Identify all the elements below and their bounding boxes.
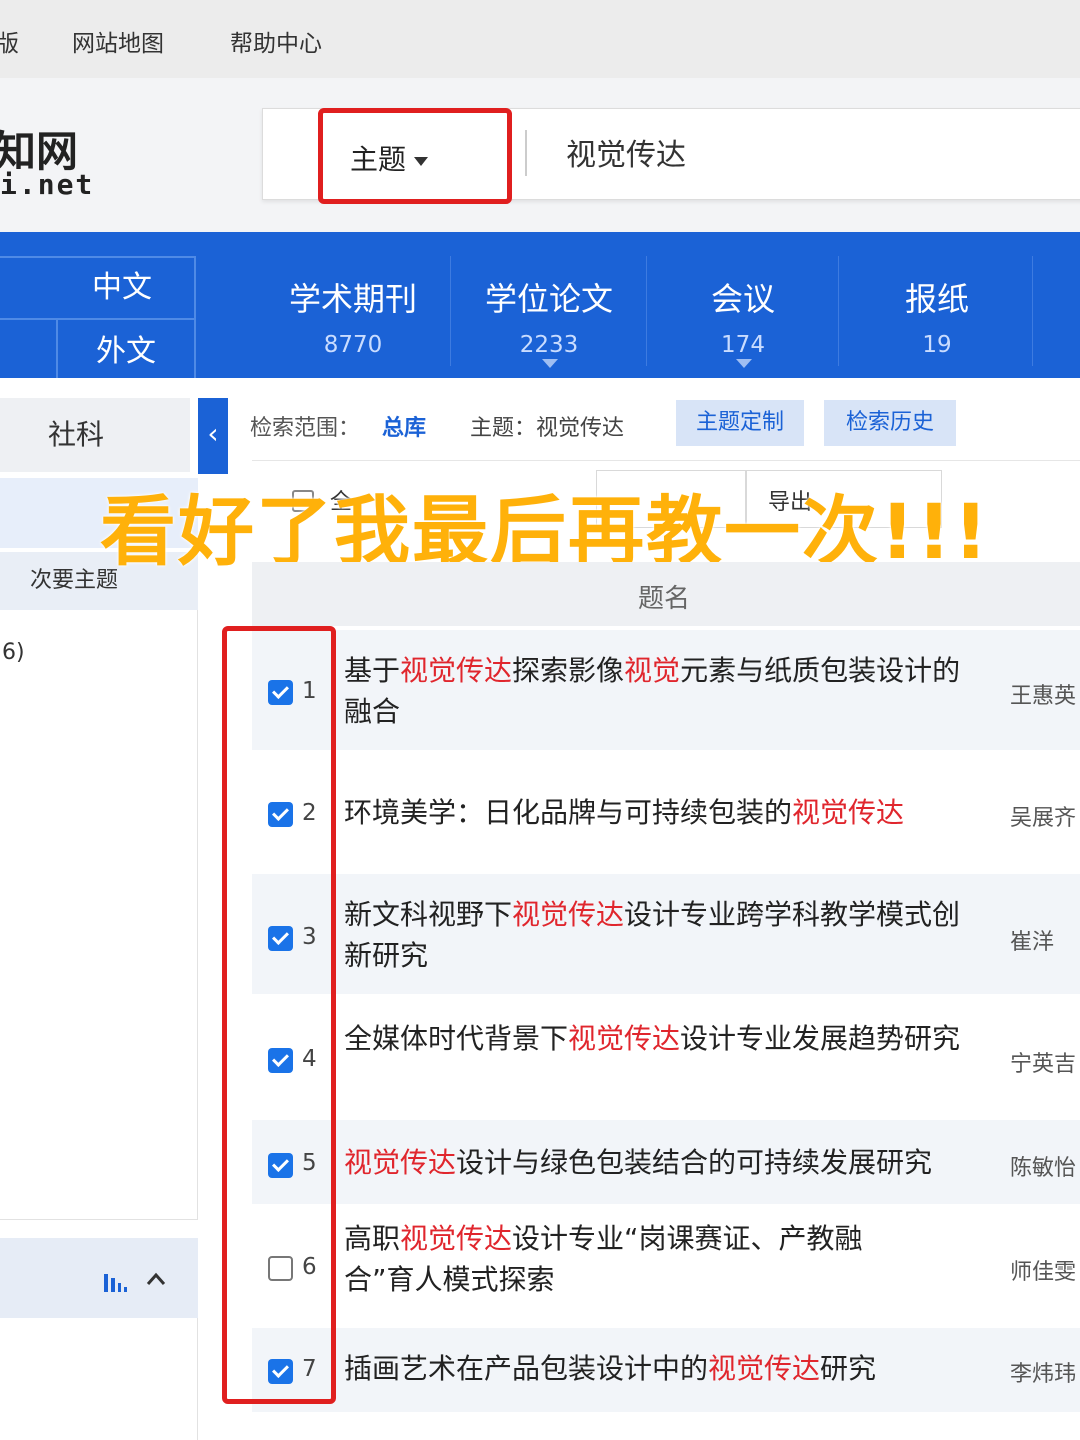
tab-divider <box>838 256 839 366</box>
tab-divider <box>450 256 451 366</box>
search-history-button[interactable]: 检索历史 <box>824 400 956 446</box>
result-title-link[interactable]: 环境美学：日化品牌与可持续包装的视觉传达 <box>344 792 974 833</box>
chevron-up-icon[interactable] <box>146 1272 166 1286</box>
sidebar-visualization-bar <box>0 1238 198 1318</box>
triangle-down-icon <box>736 359 752 368</box>
tab-foreign[interactable]: 外文 <box>56 318 196 378</box>
result-title-link[interactable]: 插画艺术在产品包装设计中的视觉传达研究 <box>344 1348 974 1389</box>
top-nav-link-sitemap[interactable]: 网站地图 <box>72 24 164 58</box>
table-row: 7 插画艺术在产品包装设计中的视觉传达研究 李炜玮 <box>252 1328 1080 1412</box>
top-nav-link-edition[interactable]: 版 <box>0 24 19 58</box>
database-tab-count: 19 <box>922 332 952 358</box>
sidebar-collapse-chevron-icon[interactable]: ‹ <box>198 398 228 474</box>
table-row: 6 高职视觉传达设计专业“岗课赛证、产教融合”育人模式探索 师佳雯 <box>252 1206 1080 1326</box>
database-tab-count: 174 <box>721 332 765 358</box>
database-tab-name: 学位论文 <box>484 280 613 318</box>
database-tab-theses[interactable]: 学位论文 2233 <box>452 250 646 378</box>
sidebar-item-count: 6) <box>2 640 25 665</box>
table-row: 2 环境美学：日化品牌与可持续包装的视觉传达 吴展齐 <box>252 752 1080 872</box>
result-author[interactable]: 师佳雯 <box>1010 1254 1076 1286</box>
triangle-down-icon <box>542 359 558 368</box>
result-title-link[interactable]: 视觉传达设计与绿色包装结合的可持续发展研究 <box>344 1142 974 1183</box>
database-tab-count: 8770 <box>323 332 383 358</box>
table-row: 3 新文科视野下视觉传达设计专业跨学科教学模式创新研究 崔洋 <box>252 874 1080 994</box>
database-tab-newspapers[interactable]: 报纸 19 <box>840 250 1034 378</box>
database-tab-name: 学术期刊 <box>288 280 417 318</box>
table-row: 5 视觉传达设计与绿色包装结合的可持续发展研究 陈敏怡 <box>252 1120 1080 1204</box>
result-author[interactable]: 吴展齐 <box>1010 800 1076 832</box>
tab-chinese[interactable]: 中文 <box>0 256 196 320</box>
search-scope-value[interactable]: 总库 <box>382 410 426 442</box>
top-nav-bar: 版 网站地图 帮助中心 <box>0 0 1080 78</box>
database-tab-count: 2233 <box>519 332 579 358</box>
sidebar-category-social-science[interactable]: 社科 <box>0 398 190 472</box>
result-title-link[interactable]: 全媒体时代背景下视觉传达设计专业发展趋势研究 <box>344 1018 974 1059</box>
table-row: 1 基于视觉传达探索影像视觉元素与纸质包装设计的融合 王惠英 <box>252 630 1080 750</box>
results-table-header: 题名 <box>252 562 1080 626</box>
database-tab-name: 报纸 <box>904 280 969 318</box>
result-author[interactable]: 宁英吉 <box>1010 1046 1076 1078</box>
sidebar-lower-panel <box>0 1318 198 1440</box>
column-header-title: 题名 <box>638 584 691 614</box>
table-row: 4 全媒体时代背景下视觉传达设计专业发展趋势研究 宁英吉 <box>252 996 1080 1116</box>
search-divider <box>525 130 527 176</box>
bar-chart-icon[interactable] <box>104 1274 128 1292</box>
sidebar-panel <box>0 610 198 1220</box>
database-tab-journals[interactable]: 学术期刊 8770 <box>256 250 450 378</box>
top-nav-link-help[interactable]: 帮助中心 <box>230 24 322 58</box>
result-title-link[interactable]: 新文科视野下视觉传达设计专业跨学科教学模式创新研究 <box>344 894 974 976</box>
topic-custom-button[interactable]: 主题定制 <box>676 400 804 446</box>
annotation-highlight-search-field <box>318 108 512 204</box>
result-author[interactable]: 陈敏怡 <box>1010 1150 1076 1182</box>
result-author[interactable]: 崔洋 <box>1010 924 1054 956</box>
search-input[interactable] <box>566 134 1046 169</box>
search-scope-label: 检索范围： <box>250 416 361 441</box>
site-logo-domain: i.net <box>0 168 95 201</box>
result-author[interactable]: 李炜玮 <box>1010 1356 1076 1388</box>
result-title-link[interactable]: 高职视觉传达设计专业“岗课赛证、产教融合”育人模式探索 <box>344 1218 924 1300</box>
database-tab-name: 会议 <box>710 280 775 318</box>
result-title-link[interactable]: 基于视觉传达探索影像视觉元素与纸质包装设计的融合 <box>344 650 974 732</box>
current-topic: 主题：视觉传达 <box>470 416 625 441</box>
database-tab-conferences[interactable]: 会议 174 <box>646 250 840 378</box>
tab-divider <box>1032 256 1033 366</box>
annotation-highlight-checkboxes <box>222 626 336 1404</box>
result-author[interactable]: 王惠英 <box>1010 678 1076 710</box>
